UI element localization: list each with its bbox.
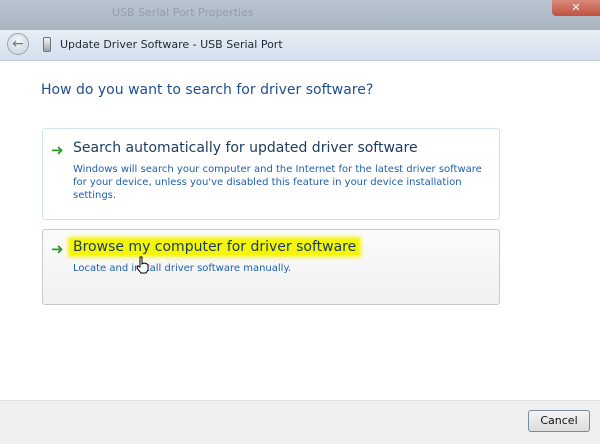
dialog-footer: Cancel bbox=[0, 400, 600, 444]
title-bar: ← Update Driver Software - USB Serial Po… bbox=[0, 30, 600, 61]
page-heading: How do you want to search for driver sof… bbox=[41, 82, 374, 98]
cancel-button[interactable]: Cancel bbox=[528, 410, 590, 432]
option-title: Browse my computer for driver software bbox=[70, 239, 360, 255]
option-description: Windows will search your computer and th… bbox=[73, 164, 482, 201]
green-arrow-icon: ➜ bbox=[51, 240, 64, 258]
browse-computer-option[interactable]: ➜ Browse my computer for driver software… bbox=[42, 229, 500, 305]
background-window-title: USB Serial Port Properties bbox=[112, 6, 254, 19]
window-title: Update Driver Software - USB Serial Port bbox=[60, 38, 283, 51]
update-driver-dialog: ← Update Driver Software - USB Serial Po… bbox=[0, 30, 600, 444]
usb-device-icon bbox=[43, 37, 51, 52]
green-arrow-icon: ➜ bbox=[51, 141, 64, 159]
hand-cursor-icon bbox=[136, 256, 149, 274]
option-title: Search automatically for updated driver … bbox=[73, 140, 418, 156]
background-window: USB Serial Port Properties ✕ bbox=[0, 0, 600, 30]
back-button[interactable]: ← bbox=[7, 33, 29, 55]
search-automatically-option[interactable]: ➜ Search automatically for updated drive… bbox=[42, 128, 500, 220]
back-arrow-icon: ← bbox=[12, 36, 24, 52]
close-icon[interactable]: ✕ bbox=[552, 0, 600, 16]
